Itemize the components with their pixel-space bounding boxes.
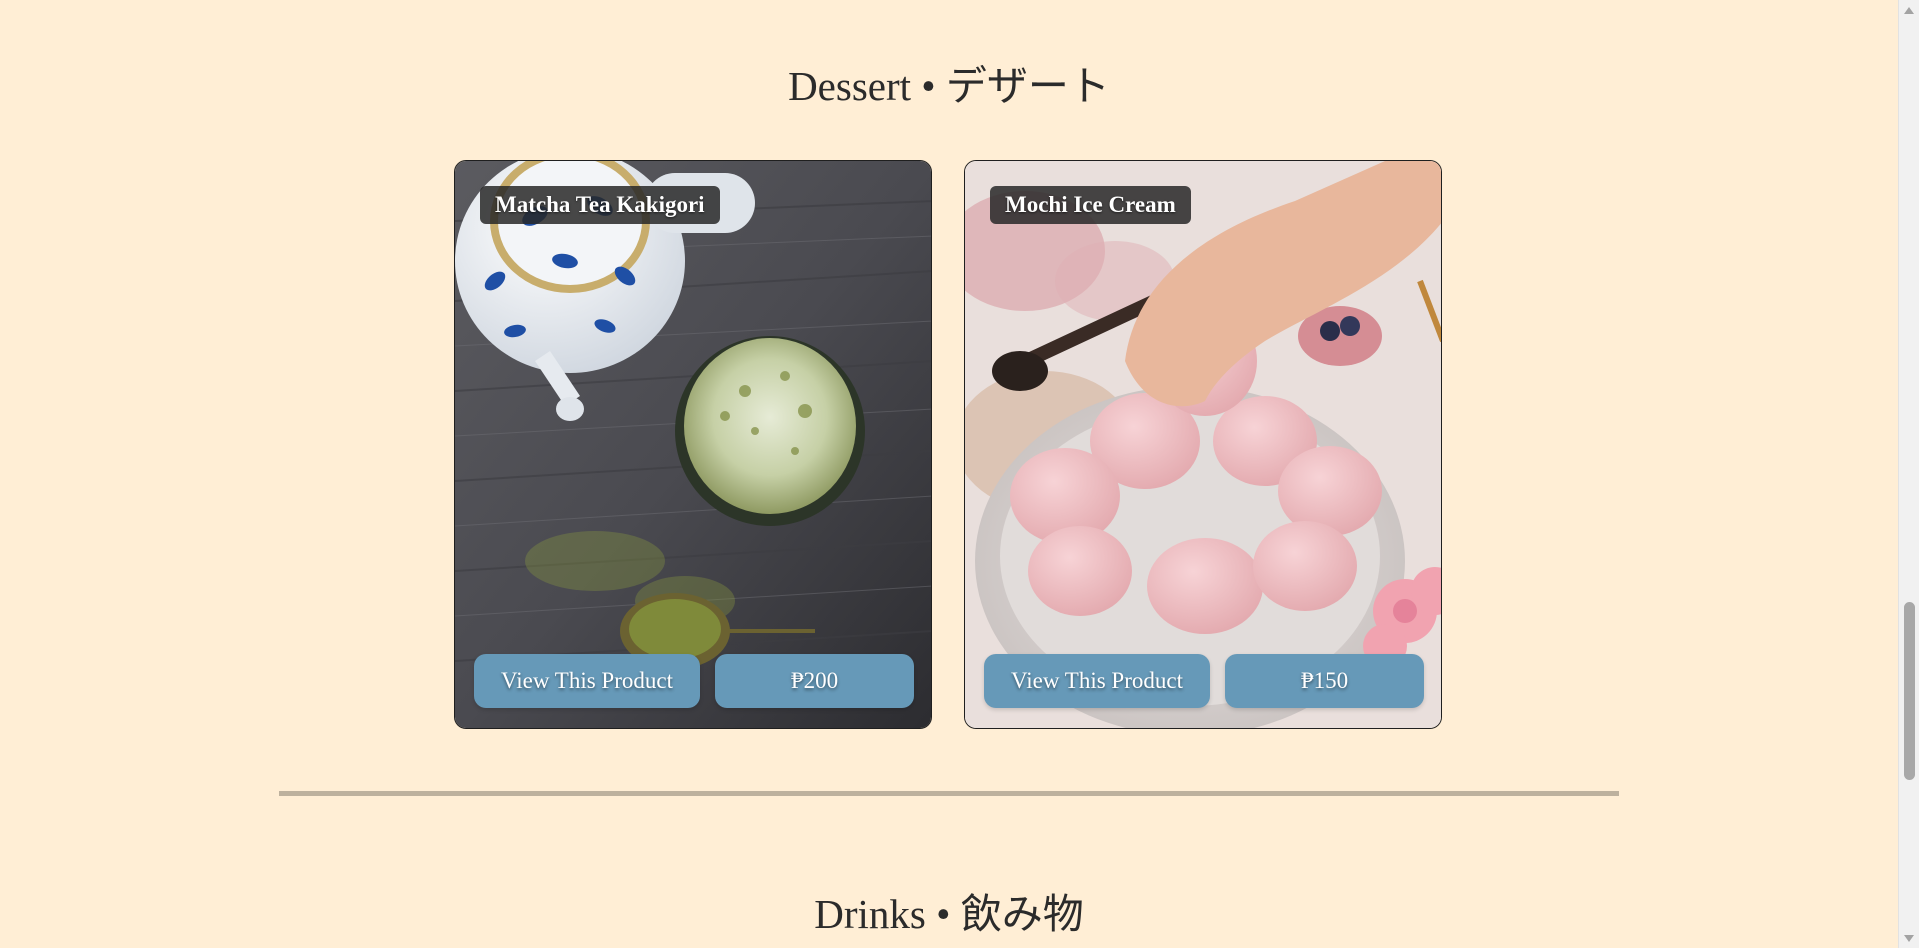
view-product-button[interactable]: View This Product	[984, 654, 1210, 708]
section-divider	[279, 791, 1619, 796]
section-title-drinks: Drinks • 飲み物	[814, 891, 1084, 937]
product-card-matcha-kakigori[interactable]: Matcha Tea Kakigori View This Product ₱2…	[454, 160, 932, 729]
product-card-mochi-ice-cream[interactable]: Mochi Ice Cream View This Product ₱150	[964, 160, 1442, 729]
mochi-ice-cream-photo	[965, 161, 1441, 728]
scroll-up-arrow-icon[interactable]	[1899, 2, 1919, 18]
product-name: Mochi Ice Cream	[990, 186, 1191, 224]
price-button[interactable]: ₱150	[1225, 654, 1424, 708]
matcha-kakigori-photo	[455, 161, 931, 728]
vertical-scrollbar[interactable]	[1898, 0, 1919, 948]
view-product-button[interactable]: View This Product	[474, 654, 700, 708]
page: Dessert • デザート Matcha Tea Kakigori View …	[0, 0, 1919, 948]
scroll-down-arrow-icon[interactable]	[1899, 930, 1919, 946]
menu-content: Dessert • デザート Matcha Tea Kakigori View …	[0, 0, 1898, 948]
product-name: Matcha Tea Kakigori	[480, 186, 720, 224]
price-button[interactable]: ₱200	[715, 654, 914, 708]
scrollbar-thumb[interactable]	[1904, 602, 1915, 780]
section-title-dessert: Dessert • デザート	[788, 63, 1110, 109]
